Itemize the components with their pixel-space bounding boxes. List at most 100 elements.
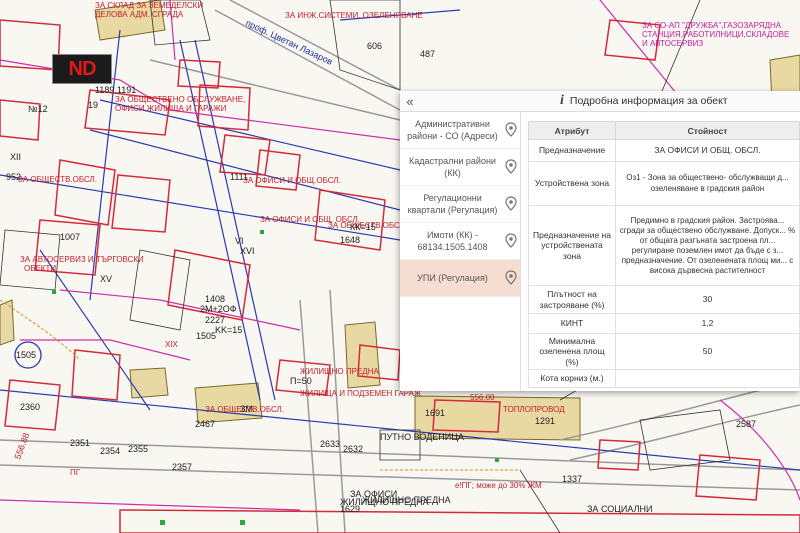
svg-text:1505: 1505 <box>196 331 216 341</box>
attribute-cell: Кота корниз (м.) <box>528 369 616 388</box>
svg-text:2227: 2227 <box>205 315 225 325</box>
svg-text:2355: 2355 <box>128 444 148 454</box>
attribute-cell: Предназначение на устройствената зона <box>528 205 616 286</box>
svg-text:П=50: П=50 <box>290 376 312 386</box>
map-pin-icon <box>505 159 517 174</box>
value-cell: Оз1 - Зона за обществено- обслужващи д..… <box>615 161 800 206</box>
sidebar-item-label: Кадастрални райони (КК) <box>409 156 496 178</box>
svg-text:КК=15: КК=15 <box>350 222 376 232</box>
table-row: Плътност на застрояване (%) 30 <box>528 285 800 314</box>
sidebar-item-properties[interactable]: Имоти (КК) - 68134.1505.1408 <box>400 223 520 260</box>
svg-text:ЗА ОБЩЕСТВ.ОБСЛ.: ЗА ОБЩЕСТВ.ОБСЛ. <box>18 175 97 184</box>
attribute-cell: Плътност на застрояване (%) <box>528 285 616 314</box>
svg-text:1007: 1007 <box>60 232 80 242</box>
svg-text:1648: 1648 <box>340 235 360 245</box>
sidebar-item-regulation-quarters[interactable]: Регулационни квартали (Регулация) <box>400 186 520 223</box>
svg-text:ЗА АВТОСЕРВИЗ И ТЪРГОВСКИ: ЗА АВТОСЕРВИЗ И ТЪРГОВСКИ <box>20 255 144 264</box>
svg-text:е!ПГ; може до 30% ЖМ: е!ПГ; може до 30% ЖМ <box>455 481 542 490</box>
table-row: КИНТ 1,2 <box>528 313 800 334</box>
svg-text:2354: 2354 <box>100 446 120 456</box>
sidebar-item-label: УПИ (Регулация) <box>417 273 488 283</box>
svg-text:ЗА ОБЩЕСТВЕНО ОБСЛУЖВАНЕ,: ЗА ОБЩЕСТВЕНО ОБСЛУЖВАНЕ, <box>115 95 245 104</box>
svg-text:952: 952 <box>6 172 21 182</box>
svg-text:И АВТОСЕРВИЗ: И АВТОСЕРВИЗ <box>642 39 703 48</box>
table-row: Предназначение на устройствената зона Пр… <box>528 205 800 286</box>
svg-text:ОБЕКТИ: ОБЕКТИ <box>24 264 56 273</box>
attribute-cell: Устройствена зона <box>528 161 616 206</box>
info-icon: i <box>560 93 564 108</box>
column-header-value: Стойност <box>615 121 800 140</box>
value-cell: Предимно в градския район. Застроява... … <box>615 205 800 286</box>
svg-text:2587: 2587 <box>736 419 756 429</box>
object-info-panel: « i Подробна информация за обект Админис… <box>400 91 800 391</box>
svg-text:№12: №12 <box>28 104 48 114</box>
svg-text:XVI: XVI <box>240 246 255 256</box>
column-header-attribute: Атрибут <box>528 121 616 140</box>
svg-text:ТОПЛОПРОВОД: ТОПЛОПРОВОД <box>503 405 565 414</box>
map-pin-icon <box>505 122 517 137</box>
map-pin-icon <box>505 270 517 285</box>
svg-text:XIX: XIX <box>165 340 179 349</box>
map-pin-icon <box>505 233 517 248</box>
svg-text:ЗА СО-АП "ДРУЖБА",ГАЗОЗАРЯДНА: ЗА СО-АП "ДРУЖБА",ГАЗОЗАРЯДНА <box>642 21 782 30</box>
table-header-row: Атрибут Стойност <box>528 121 800 140</box>
map-pin-icon <box>505 196 517 211</box>
layer-sidebar: Административни райони - СО (Адреси) Кад… <box>400 112 521 391</box>
value-cell: ЗА ОФИСИ И ОБЩ. ОБСЛ. <box>615 139 800 162</box>
value-cell: 1,2 <box>615 313 800 334</box>
value-cell: 50 <box>615 333 800 370</box>
attribute-cell: КИНТ <box>528 313 616 334</box>
value-cell <box>615 369 800 388</box>
table-row: Кота корниз (м.) <box>528 369 800 388</box>
sidebar-item-label: Имоти (КК) - 68134.1505.1408 <box>417 230 488 252</box>
svg-text:ЖИЛИЩНО ПРЕДНА: ЖИЛИЩНО ПРЕДНА <box>300 367 379 376</box>
svg-text:СТАНЦИЯ,РАБОТИЛНИЦИ,СКЛАДОВЕ: СТАНЦИЯ,РАБОТИЛНИЦИ,СКЛАДОВЕ <box>642 30 789 39</box>
svg-text:2M+2ОФ: 2M+2ОФ <box>200 304 237 314</box>
svg-text:ПГ: ПГ <box>70 468 81 477</box>
svg-text:ПУТНО ВОДЕНИЦА: ПУТНО ВОДЕНИЦА <box>380 432 464 442</box>
value-cell: 30 <box>615 285 800 314</box>
svg-text:2467: 2467 <box>195 419 215 429</box>
svg-text:KK=15: KK=15 <box>215 325 242 335</box>
svg-text:ЗА СКЛАД ЗА ЗЕМЕДЕЛСКИ: ЗА СКЛАД ЗА ЗЕМЕДЕЛСКИ <box>95 1 203 10</box>
svg-text:XII: XII <box>10 152 21 162</box>
collapse-panel-icon[interactable]: « <box>400 94 420 109</box>
svg-text:1337: 1337 <box>562 474 582 484</box>
svg-text:2633: 2633 <box>320 439 340 449</box>
svg-text:ОФИСИ,ЖИЛИЩА И ГАРАЖИ: ОФИСИ,ЖИЛИЩА И ГАРАЖИ <box>115 104 227 113</box>
sidebar-item-upi[interactable]: УПИ (Регулация) <box>400 260 520 297</box>
svg-text:2632: 2632 <box>343 444 363 454</box>
sidebar-item-label: Регулационни квартали (Регулация) <box>407 193 498 215</box>
nd-logo: ND <box>52 54 112 84</box>
svg-text:ЗА ИНЖ.СИСТЕМИ, ОЗЕЛЕНЯВАНЕ: ЗА ИНЖ.СИСТЕМИ, ОЗЕЛЕНЯВАНЕ <box>285 11 423 20</box>
svg-text:2357: 2357 <box>172 462 192 472</box>
table-row: Минимална озеленена площ (%) 50 <box>528 333 800 370</box>
svg-text:ЖИЛИЩНО ПРЕДНА: ЖИЛИЩНО ПРЕДНА <box>362 495 451 505</box>
svg-text:ЗМ: ЗМ <box>240 404 253 414</box>
table-row: Предназначение ЗА ОФИСИ И ОБЩ. ОБСЛ. <box>528 139 800 162</box>
sidebar-item-cadastral-districts[interactable]: Кадастрални райони (КК) <box>400 149 520 186</box>
svg-text:2360: 2360 <box>20 402 40 412</box>
svg-text:ЗА ОФИСИ И ОБЩ.ОБСЛ.: ЗА ОФИСИ И ОБЩ.ОБСЛ. <box>243 176 341 185</box>
svg-text:1111: 1111 <box>230 172 248 182</box>
panel-header: « i Подробна информация за обект <box>400 91 800 112</box>
sidebar-item-label: Административни райони - СО (Адреси) <box>407 119 498 141</box>
svg-text:XV: XV <box>100 274 112 284</box>
table-row: Устройствена зона Оз1 - Зона за обществе… <box>528 161 800 206</box>
svg-text:ЗА СОЦИАЛНИ: ЗА СОЦИАЛНИ <box>587 504 652 514</box>
svg-text:1189.1191: 1189.1191 <box>95 85 136 95</box>
svg-text:ДЕЛОВА АДМ. СГРАДА: ДЕЛОВА АДМ. СГРАДА <box>95 10 184 19</box>
svg-text:VI: VI <box>235 236 244 246</box>
attribute-cell: Минимална озеленена площ (%) <box>528 333 616 370</box>
panel-title: Подробна информация за обект <box>569 95 728 107</box>
attributes-table: Атрибут Стойност Предназначение ЗА ОФИСИ… <box>528 121 800 388</box>
svg-text:1408: 1408 <box>205 294 225 304</box>
svg-text:19: 19 <box>88 100 98 110</box>
svg-text:2351: 2351 <box>70 438 90 448</box>
attribute-cell: Предназначение <box>528 139 616 162</box>
svg-text:487: 487 <box>420 49 435 59</box>
svg-text:556.00: 556.00 <box>470 393 495 402</box>
svg-text:1505: 1505 <box>16 350 36 360</box>
sidebar-item-admin-districts[interactable]: Административни райони - СО (Адреси) <box>400 112 520 149</box>
svg-text:606: 606 <box>367 41 382 51</box>
